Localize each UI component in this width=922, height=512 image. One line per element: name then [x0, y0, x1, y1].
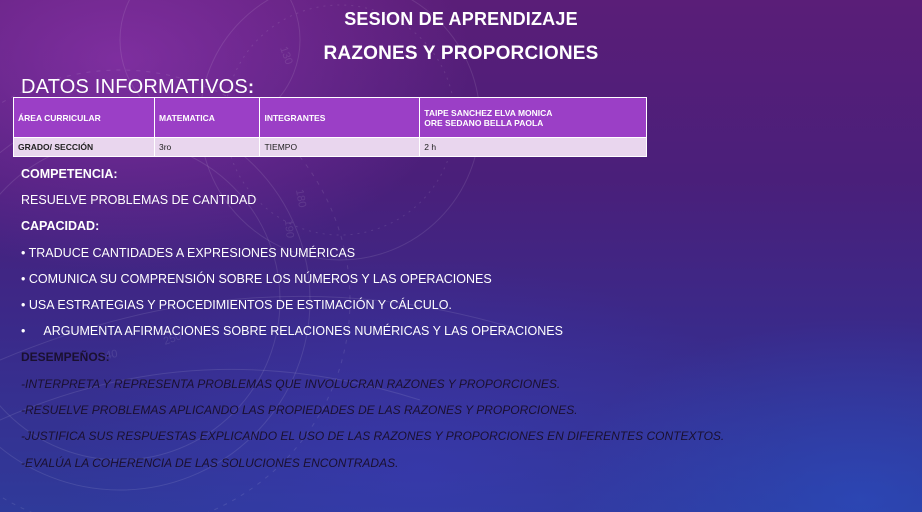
desempeno-item: -EVALÚA LA COHERENCIA DE LAS SOLUCIONES … [21, 456, 399, 470]
slide-title: SESION DE APRENDIZAJE [344, 9, 578, 29]
capacidad-item: • TRADUCE CANTIDADES A EXPRESIONES NUMÉR… [21, 246, 355, 260]
slide-subtitle: RAZONES Y PROPORCIONES [323, 43, 599, 64]
bullet: • [21, 324, 26, 338]
table-row: ÁREA CURRICULAR MATEMATICA INTEGRANTES T… [13, 97, 647, 138]
capacidad-heading: CAPACIDAD: [21, 219, 100, 233]
table-cell-area-label: ÁREA CURRICULAR [13, 97, 155, 138]
integrante-2: ORE SEDANO BELLA PAOLA [424, 117, 544, 128]
table-cell-integrantes-label: INTEGRANTES [259, 97, 421, 138]
slide: 180 190 130 250 240 SESION DE APRENDIZAJ… [0, 0, 922, 512]
capacidad-item: • COMUNICA SU COMPRENSIÓN SOBRE LOS NÚME… [21, 272, 492, 286]
svg-text:180: 180 [293, 188, 308, 208]
table-cell-tiempo-label: TIEMPO [259, 137, 421, 157]
capacidad-item-text: TRADUCE CANTIDADES A EXPRESIONES NUMÉRIC… [28, 246, 356, 260]
capacidad-item-text: COMUNICA SU COMPRENSIÓN SOBRE LOS NÚMERO… [28, 272, 492, 286]
info-table: ÁREA CURRICULAR MATEMATICA INTEGRANTES T… [13, 97, 647, 157]
table-cell-area-value: MATEMATICA [153, 97, 261, 138]
svg-text:190: 190 [282, 219, 296, 238]
bullet: • [21, 272, 26, 286]
integrante-1: TAIPE SANCHEZ ELVA MONICA [424, 107, 553, 118]
desempenos-heading: DESEMPEÑOS: [21, 350, 110, 364]
competencia-heading: COMPETENCIA: [21, 167, 118, 181]
desempeno-item: -JUSTIFICA SUS RESPUESTAS EXPLICANDO EL … [21, 429, 725, 443]
desempeno-item: -INTERPRETA Y REPRESENTA PROBLEMAS QUE I… [21, 377, 561, 391]
capacidad-item: • USA ESTRATEGIAS Y PROCEDIMIENTOS DE ES… [21, 298, 452, 312]
datos-informativos-heading: DATOS INFORMATIVOS: [21, 76, 254, 99]
table-row: GRADO/ SECCIÓN 3ro TIEMPO 2 h [13, 137, 647, 157]
table-cell-integrantes-value: TAIPE SANCHEZ ELVA MONICA ORE SEDANO BEL… [419, 97, 647, 138]
table-cell-grado-value: 3ro [153, 137, 261, 157]
bullet: • [21, 246, 26, 260]
table-cell-grado-label: GRADO/ SECCIÓN [13, 137, 155, 157]
capacidad-item-text: ARGUMENTA AFIRMACIONES SOBRE RELACIONES … [43, 324, 563, 338]
desempeno-item: -RESUELVE PROBLEMAS APLICANDO LAS PROPIE… [21, 403, 578, 417]
datos-heading-colon: : [247, 77, 255, 97]
bullet: • [21, 298, 26, 312]
capacidad-item: • ARGUMENTA AFIRMACIONES SOBRE RELACIONES… [21, 324, 563, 338]
datos-heading-text: DATOS INFORMATIVOS [21, 76, 248, 98]
competencia-text: RESUELVE PROBLEMAS DE CANTIDAD [21, 193, 257, 207]
table-cell-tiempo-value: 2 h [419, 137, 647, 157]
capacidad-item-text: USA ESTRATEGIAS Y PROCEDIMIENTOS DE ESTI… [28, 298, 452, 312]
